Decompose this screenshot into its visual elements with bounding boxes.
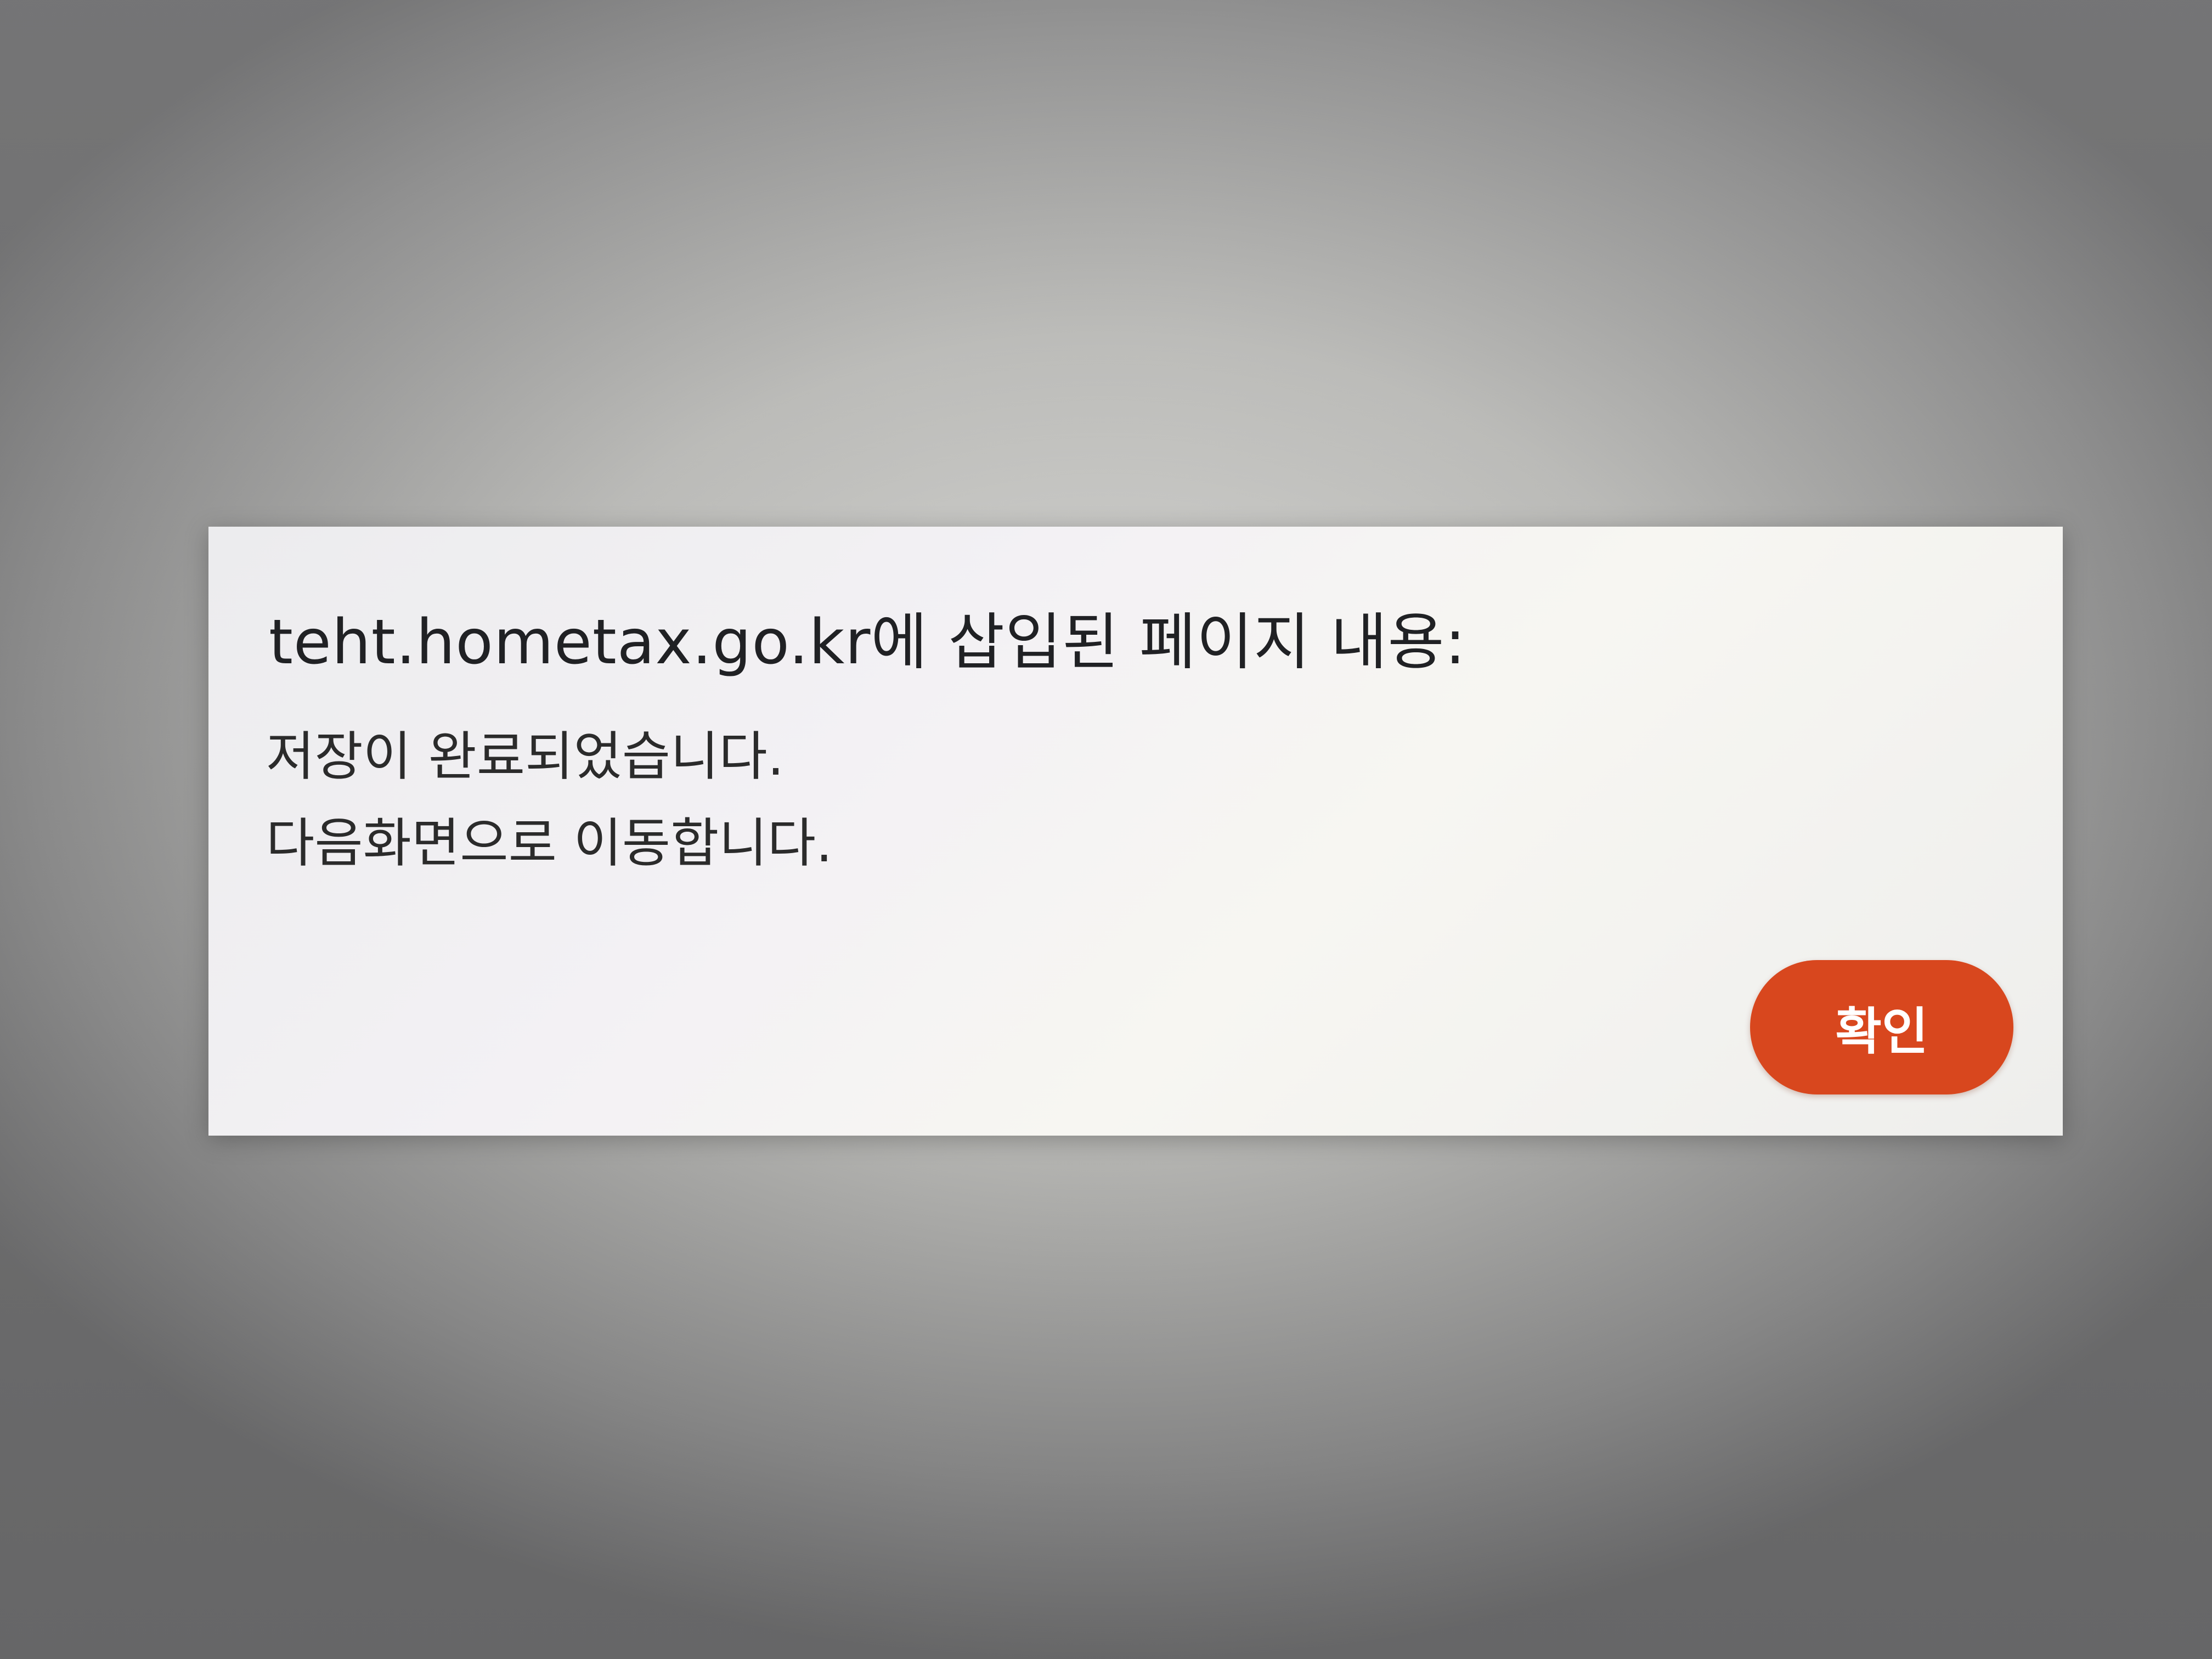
- message-line-saved: 저장이 완료되었습니다.: [266, 726, 785, 787]
- message-line-next-screen: 다음화면으로 이동합니다.: [266, 812, 833, 874]
- alert-dialog: teht.hometax.go.kr에 삽입된 페이지 내용: 저장이 완료되었…: [208, 527, 2063, 1136]
- confirm-button[interactable]: 확인: [1750, 960, 2013, 1094]
- dialog-message: 저장이 완료되었습니다. 다음화면으로 이동합니다.: [266, 713, 833, 887]
- dialog-title: teht.hometax.go.kr에 삽입된 페이지 내용:: [269, 607, 1466, 678]
